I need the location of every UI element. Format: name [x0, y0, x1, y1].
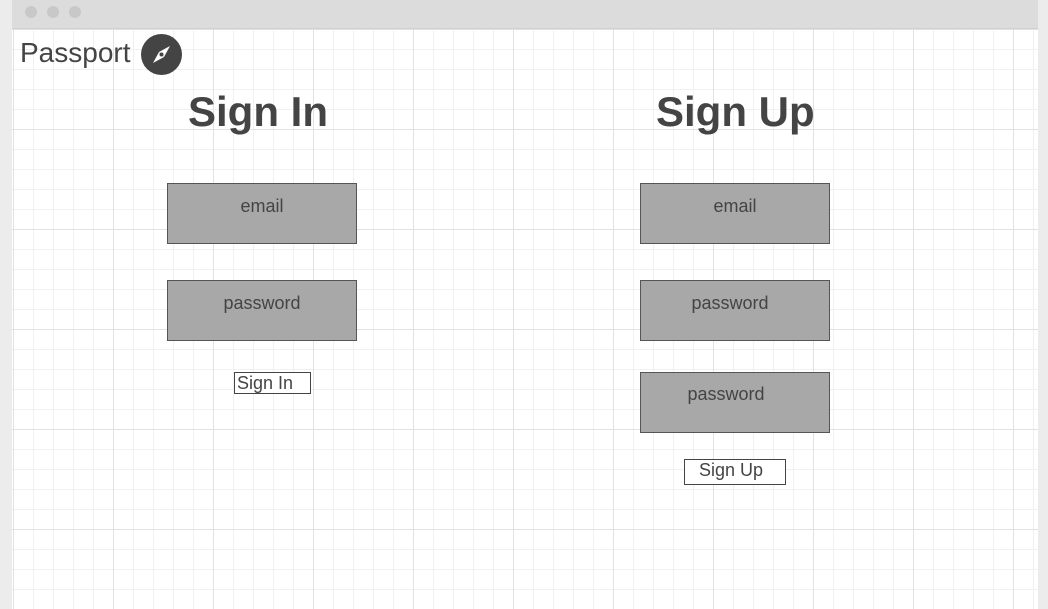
signup-email-placeholder: email	[713, 196, 757, 216]
app-window: Passport Sign In email password Sign In …	[12, 0, 1038, 609]
signup-button[interactable]: Sign Up	[684, 459, 786, 485]
compass-icon	[141, 34, 182, 75]
signin-heading: Sign In	[188, 88, 328, 135]
window-titlebar	[12, 0, 1038, 29]
signin-email-placeholder: email	[240, 196, 284, 216]
brand-title: Passport	[20, 37, 131, 68]
signin-email-field[interactable]: email	[167, 183, 357, 244]
window-minimize-dot[interactable]	[47, 6, 59, 18]
signup-email-field[interactable]: email	[640, 183, 830, 244]
signin-password-placeholder: password	[223, 293, 301, 313]
window-maximize-dot[interactable]	[69, 6, 81, 18]
signup-password-field[interactable]: password	[640, 280, 830, 341]
signup-confirm-password-placeholder: password	[687, 384, 765, 404]
signin-password-field[interactable]: password	[167, 280, 357, 341]
window-close-dot[interactable]	[25, 6, 37, 18]
signup-confirm-password-field[interactable]: password	[640, 372, 830, 433]
signup-heading: Sign Up	[656, 88, 815, 135]
signup-password-placeholder: password	[691, 293, 769, 313]
signin-button[interactable]: Sign In	[234, 372, 311, 394]
